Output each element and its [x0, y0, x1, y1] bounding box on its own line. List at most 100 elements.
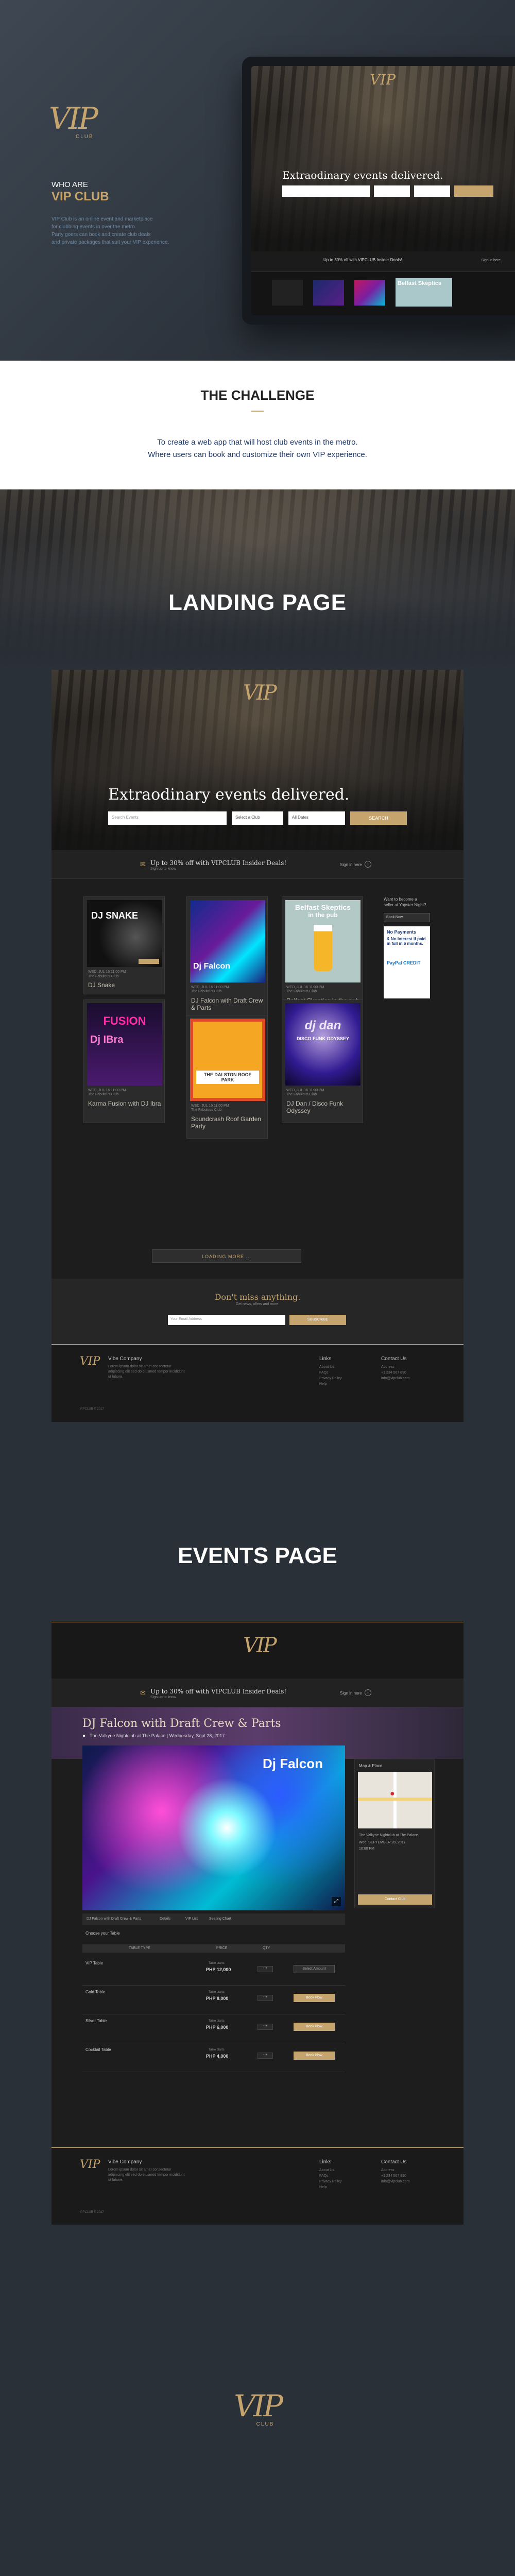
event-card-dan[interactable]: dj dan DISCO FUNK ODYSSEY WED, JUL 16 11… [282, 999, 363, 1123]
snake-title: DJ Snake [88, 981, 115, 989]
landing-footer: VIP Vibe Company Lorem ipsum dolor sit a… [52, 1345, 464, 1422]
landing-mock-tagline: Extraodinary events delivered. [108, 786, 350, 804]
table-row-vip: VIP Table Table starts PHP 12,000 - + Se… [82, 1957, 345, 1986]
events-footer-link-about[interactable]: About Us [319, 2167, 342, 2173]
row-gold-qty[interactable]: - + [258, 1995, 273, 2001]
loading-more-button[interactable]: LOADING MORE ... [152, 1249, 301, 1263]
landing-search-button[interactable]: SEARCH [350, 811, 407, 825]
events-footer-logo[interactable]: VIP [80, 2158, 100, 2171]
footer-company-title: Vibe Company [108, 1356, 142, 1362]
hero-logo-text: VIP [49, 101, 98, 136]
landing-club-select[interactable]: Select a Club [232, 811, 283, 825]
events-footer-link-privacy[interactable]: Privacy Policy [319, 2179, 342, 2184]
landing-promo-bar: ✉ Up to 30% off with VIPCLUB Insider Dea… [52, 850, 464, 879]
events-header: VIP [52, 1622, 464, 1679]
landing-promo-text: Up to 30% off with VIPCLUB Insider Deals… [150, 859, 287, 867]
table-choose-title: Choose your Table [85, 1931, 120, 1936]
hero-logo: VIP CLUB [49, 103, 106, 144]
event-card-soundcrash[interactable]: THE DALSTON ROOF PARK WED, JUL 16 11:00 … [186, 1015, 268, 1139]
map-date: Wed, SEPTEMBER 28, 2017 [359, 1841, 406, 1844]
laptop-club-select[interactable] [374, 185, 410, 197]
laptop-date-select[interactable] [414, 185, 450, 197]
events-arrow-right-icon[interactable]: › [365, 1689, 371, 1696]
landing-mock-logo[interactable]: VIP [243, 681, 277, 705]
events-signin-link[interactable]: Sign in here [340, 1691, 362, 1696]
row-vip-price: PHP 12,000 [206, 1967, 231, 1972]
newsletter-subscribe-button[interactable]: SUBSCRIBE [289, 1315, 346, 1325]
event-card-snake[interactable]: DJ SNAKE WED, JUL 16 11:00 PM The Fabulo… [83, 896, 165, 994]
landing-hero-section: LANDING PAGE [0, 489, 515, 670]
gift-icon: ✉ [140, 860, 146, 868]
row-gold-name: Gold Table [85, 1990, 106, 1994]
event-card-fusion[interactable]: FUSION Dj IBra WED, JUL 16 11:00 PM The … [83, 999, 165, 1123]
challenge-section: THE CHALLENGE To create a web app that w… [0, 361, 515, 489]
row-cocktail-button[interactable]: Book Now [294, 2052, 335, 2060]
events-footer-company-title: Vibe Company [108, 2159, 142, 2165]
event-subtitle: The Valkyrie Nightclub at The Palace | W… [90, 1733, 225, 1738]
laptop-screen: VIP Extraodinary events delivered. Up to… [251, 66, 515, 315]
laptop-thumb-4: Belfast Skeptics [396, 278, 452, 307]
events-promo-sub: Sign up to know [150, 1696, 176, 1699]
footer-logo[interactable]: VIP [80, 1355, 100, 1368]
poster-soundcrash-venue: THE DALSTON ROOF PARK [196, 1071, 259, 1084]
paypal-ad[interactable]: No Payments & No Interest if paid in ful… [384, 926, 430, 998]
events-footer-contact-email: info@vipclub.com [381, 2180, 410, 2183]
row-vip-button[interactable]: Select Amount [294, 1965, 335, 1973]
laptop-tagline: Extraodinary events delivered. [282, 169, 443, 181]
tab-details[interactable]: Details [160, 1917, 170, 1921]
footer-link-help[interactable]: Help [319, 1381, 342, 1387]
footer-links: About Us FAQs Privacy Policy Help [319, 1364, 342, 1387]
row-silver-qty[interactable]: - + [258, 2024, 273, 2030]
row-gold-button[interactable]: Book Now [294, 1994, 335, 2002]
row-vip-qty[interactable]: - + [258, 1966, 273, 1972]
events-footer-link-help[interactable]: Help [319, 2184, 342, 2190]
tab-vip-list[interactable]: VIP List [185, 1917, 198, 1921]
row-cocktail-name: Cocktail Table [85, 2047, 111, 2052]
events-footer-link-faq[interactable]: FAQs [319, 2173, 342, 2179]
events-gift-icon: ✉ [140, 1689, 146, 1697]
laptop-signin[interactable]: Sign in here [482, 259, 501, 262]
landing-date-select[interactable]: All Dates [288, 811, 345, 825]
hero-desc-line1: VIP Club is an online event and marketpl… [52, 216, 153, 222]
challenge-line1: To create a web app that will host club … [157, 438, 358, 447]
bottom-logo: VIP CLUB [229, 2391, 286, 2437]
row-vip-price-label: Table starts [209, 1962, 225, 1965]
footer-link-faq[interactable]: FAQs [319, 1370, 342, 1376]
laptop-promo-text: Up to 30% off with VIPCLUB Insider Deals… [323, 258, 402, 262]
row-silver-button[interactable]: Book Now [294, 2023, 335, 2031]
events-logo[interactable]: VIP [243, 1634, 277, 1657]
laptop-search-button[interactable] [454, 185, 493, 197]
map-time: 10:00 PM [359, 1847, 374, 1851]
expand-icon[interactable]: ⤢ [332, 1897, 341, 1906]
footer-contact-email: info@vipclub.com [381, 1377, 410, 1380]
map-contact-button[interactable]: Contact Club [358, 1894, 432, 1905]
poster-dj-falcon: Dj Falcon [190, 900, 265, 982]
table-header-type: TABLE TYPE [129, 1946, 150, 1950]
row-cocktail-qty[interactable]: - + [258, 2053, 273, 2059]
soundcrash-venue: The Fabulous Club [191, 1108, 222, 1112]
table-header-price: PRICE [216, 1946, 228, 1950]
vip-club-heading: VIP CLUB [52, 190, 109, 204]
sidebar-book-button[interactable]: Book Now [384, 913, 430, 922]
events-footer-contact-address: Address [381, 2168, 394, 2172]
newsletter-email-input[interactable]: Your Email Address [168, 1315, 285, 1325]
event-card-falcon[interactable]: Dj Falcon WED, JUL 16 11:00 PM The Fabul… [186, 896, 268, 1020]
landing-signin-link[interactable]: Sign in here [340, 862, 362, 867]
laptop-search-input[interactable] [282, 185, 370, 197]
laptop-thumb-3 [354, 280, 385, 306]
landing-search-input[interactable]: Search Events [108, 811, 227, 825]
laptop-overlay [251, 66, 515, 251]
hero-desc-line2: for clubbing events in over the metro. [52, 224, 136, 230]
arrow-right-icon[interactable]: › [365, 861, 371, 868]
tab-event-name[interactable]: DJ Falcon with Draft Crew & Parts [87, 1917, 141, 1921]
footer-link-about[interactable]: About Us [319, 1364, 342, 1370]
fusion-venue: The Fabulous Club [88, 1093, 119, 1096]
map-view[interactable]: ● [358, 1772, 432, 1828]
tab-seating-chart[interactable]: Seating Chart [209, 1917, 231, 1921]
snake-book-button[interactable] [139, 959, 159, 964]
landing-hero-overlay [0, 489, 515, 670]
newsletter-section: Don't miss anything. Get news, offers an… [52, 1279, 464, 1345]
row-gold-price: PHP 8,000 [206, 1996, 229, 2001]
newsletter-title: Don't miss anything. [214, 1292, 301, 1302]
footer-link-privacy[interactable]: Privacy Policy [319, 1376, 342, 1381]
